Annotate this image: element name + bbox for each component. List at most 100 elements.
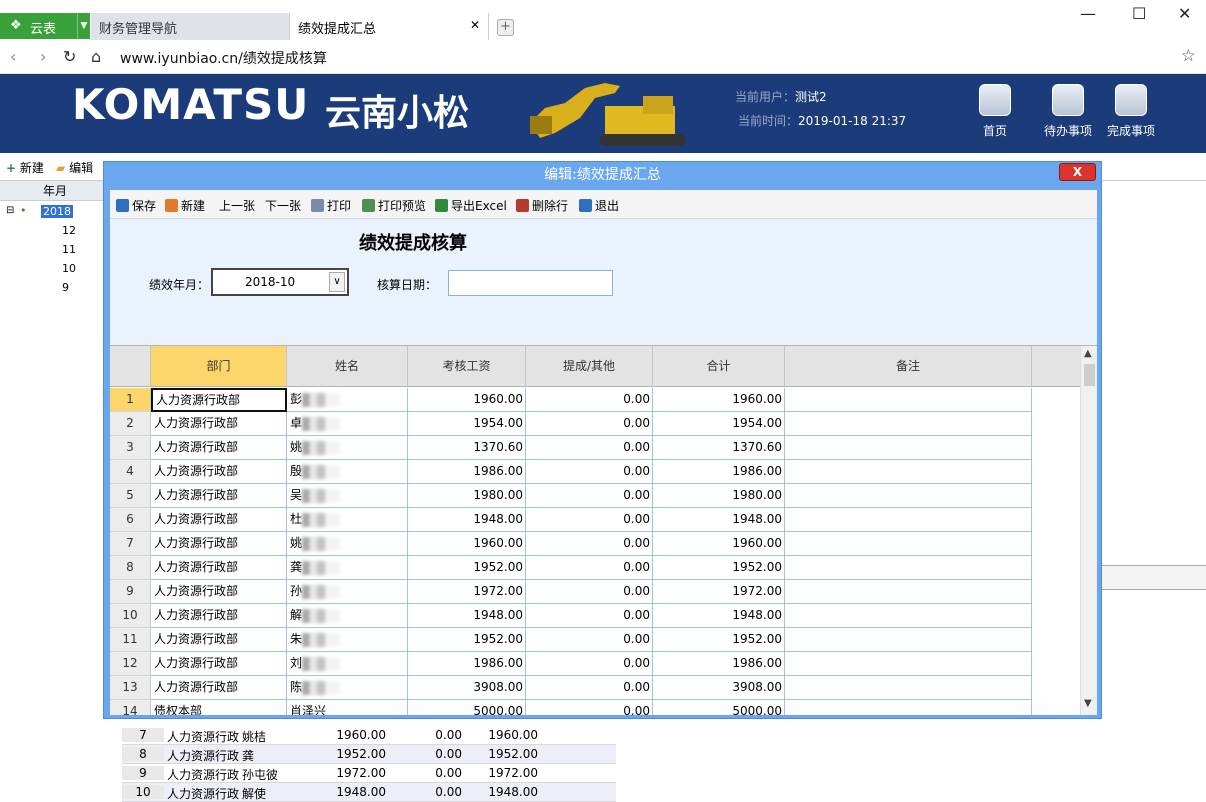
cell-base[interactable]: 3908.00: [408, 676, 526, 700]
cell-total[interactable]: 1986.00: [653, 460, 785, 484]
cell-total[interactable]: 3908.00: [653, 676, 785, 700]
tree-node-2018[interactable]: 2018: [41, 205, 73, 218]
table-row[interactable]: 6 人力资源行政部杜 1948.00 0.00 1948.00: [110, 508, 1032, 532]
cell-note[interactable]: [785, 436, 1032, 460]
cell-base[interactable]: 1980.00: [408, 484, 526, 508]
cell-base[interactable]: 1986.00: [408, 652, 526, 676]
cell-base[interactable]: 1948.00: [408, 604, 526, 628]
cell-extra[interactable]: 0.00: [526, 388, 653, 412]
column-header[interactable]: 考核工资: [408, 346, 526, 387]
cell-dept[interactable]: 人力资源行政部: [151, 436, 287, 460]
panel-splitter[interactable]: [1100, 565, 1206, 590]
cell-note[interactable]: [785, 556, 1032, 580]
cell-base[interactable]: 1960.00: [408, 388, 526, 412]
table-row[interactable]: 8 人力资源行政部龚 1952.00 0.00 1952.00: [110, 556, 1032, 580]
url-input[interactable]: www.iyunbiao.cn/绩效提成核算: [120, 48, 327, 68]
cell-name[interactable]: 姚: [287, 436, 408, 460]
cell-dept[interactable]: 人力资源行政部: [151, 484, 287, 508]
toolbar-button-0[interactable]: 保存: [116, 197, 156, 214]
table-row[interactable]: 3 人力资源行政部姚 1370.60 0.00 1370.60: [110, 436, 1032, 460]
cell-dept[interactable]: 人力资源行政部: [151, 388, 287, 412]
cell-note[interactable]: [785, 532, 1032, 556]
cell-name[interactable]: 卓: [287, 412, 408, 436]
cell-base[interactable]: 1370.60: [408, 436, 526, 460]
table-row[interactable]: 10 人力资源行政部解 1948.00 0.00 1948.00: [110, 604, 1032, 628]
tree-node[interactable]: 9: [62, 281, 69, 294]
table-row[interactable]: 14 债权本部 肖泽兴 5000.00 0.00 5000.00: [110, 700, 1032, 715]
maximize-icon[interactable]: ☐: [1132, 4, 1146, 23]
cell-total[interactable]: 1952.00: [653, 556, 785, 580]
scroll-down-icon[interactable]: ▼: [1084, 698, 1092, 709]
cell-total[interactable]: 1370.60: [653, 436, 785, 460]
chevron-down-icon[interactable]: ∨: [329, 272, 345, 292]
column-header[interactable]: 备注: [785, 346, 1032, 387]
todo-button[interactable]: 待办事项: [1038, 84, 1098, 139]
tree-node[interactable]: 12: [62, 224, 76, 237]
table-row[interactable]: 1 人力资源行政部彭 1960.00 0.00 1960.00: [110, 388, 1032, 412]
toolbar-button-1[interactable]: 新建: [165, 197, 205, 214]
table-row[interactable]: 5 人力资源行政部吴 1980.00 0.00 1980.00: [110, 484, 1032, 508]
cell-base[interactable]: 1948.00: [408, 508, 526, 532]
cell-dept[interactable]: 人力资源行政部: [151, 460, 287, 484]
toolbar-button-6[interactable]: 导出Excel: [435, 197, 507, 214]
column-header[interactable]: 合计: [653, 346, 785, 387]
cell-note[interactable]: [785, 676, 1032, 700]
cell-base[interactable]: 1986.00: [408, 460, 526, 484]
column-header[interactable]: 姓名: [287, 346, 408, 387]
cell-extra[interactable]: 0.00: [526, 604, 653, 628]
cell-note[interactable]: [785, 700, 1032, 715]
cell-name[interactable]: 肖泽兴: [287, 700, 408, 715]
cell-dept[interactable]: 人力资源行政部: [151, 508, 287, 532]
cell-base[interactable]: 5000.00: [408, 700, 526, 715]
cell-dept[interactable]: 人力资源行政部: [151, 532, 287, 556]
cell-extra[interactable]: 0.00: [526, 508, 653, 532]
cell-dept[interactable]: 人力资源行政部: [151, 580, 287, 604]
table-row[interactable]: 9 人力资源行政部孙 1972.00 0.00 1972.00: [110, 580, 1032, 604]
cell-extra[interactable]: 0.00: [526, 460, 653, 484]
bookmark-star-icon[interactable]: ☆: [1181, 46, 1196, 66]
month-select[interactable]: 2018-10 ∨: [211, 268, 349, 296]
back-icon[interactable]: ‹: [10, 47, 16, 66]
app-menu-button[interactable]: ❖ 云表 ▼: [0, 13, 90, 39]
tab-finance-nav[interactable]: 财务管理导航: [91, 13, 289, 40]
scroll-up-icon[interactable]: ▲: [1084, 348, 1092, 359]
cell-total[interactable]: 1952.00: [653, 628, 785, 652]
cell-name[interactable]: 吴: [287, 484, 408, 508]
done-button[interactable]: 完成事项: [1101, 84, 1161, 139]
toolbar-button-3[interactable]: 下一张: [265, 197, 301, 214]
cell-note[interactable]: [785, 628, 1032, 652]
table-row[interactable]: 13 人力资源行政部陈 3908.00 0.00 3908.00: [110, 676, 1032, 700]
cell-note[interactable]: [785, 412, 1032, 436]
vertical-scrollbar[interactable]: ▲ ▼: [1080, 346, 1097, 715]
cell-extra[interactable]: 0.00: [526, 700, 653, 715]
minimize-icon[interactable]: —: [1080, 4, 1096, 23]
cell-total[interactable]: 1948.00: [653, 508, 785, 532]
table-row[interactable]: 7 人力资源行政部姚 1960.00 0.00 1960.00: [110, 532, 1032, 556]
cell-base[interactable]: 1960.00: [408, 532, 526, 556]
cell-extra[interactable]: 0.00: [526, 436, 653, 460]
cell-dept[interactable]: 人力资源行政部: [151, 652, 287, 676]
cell-dept[interactable]: 人力资源行政部: [151, 676, 287, 700]
cell-dept[interactable]: 人力资源行政部: [151, 604, 287, 628]
cell-dept[interactable]: 人力资源行政部: [151, 412, 287, 436]
bg-edit-button[interactable]: ▰ 编辑: [56, 159, 93, 176]
new-tab-button[interactable]: +: [497, 19, 514, 36]
cell-total[interactable]: 1960.00: [653, 388, 785, 412]
cell-extra[interactable]: 0.00: [526, 532, 653, 556]
toolbar-button-7[interactable]: 删除行: [516, 197, 568, 214]
cell-name[interactable]: 彭: [287, 388, 408, 412]
cell-note[interactable]: [785, 652, 1032, 676]
chevron-down-icon[interactable]: ▼: [77, 13, 90, 39]
toolbar-button-8[interactable]: 退出: [579, 197, 619, 214]
cell-base[interactable]: 1972.00: [408, 580, 526, 604]
cell-name[interactable]: 孙: [287, 580, 408, 604]
cell-note[interactable]: [785, 388, 1032, 412]
cell-total[interactable]: 1948.00: [653, 604, 785, 628]
column-header[interactable]: 部门: [151, 346, 287, 387]
cell-note[interactable]: [785, 460, 1032, 484]
table-row[interactable]: 4 人力资源行政部殷 1986.00 0.00 1986.00: [110, 460, 1032, 484]
cell-name[interactable]: 陈: [287, 676, 408, 700]
home-nav-icon[interactable]: ⌂: [91, 47, 101, 66]
cell-total[interactable]: 1980.00: [653, 484, 785, 508]
cell-dept[interactable]: 债权本部: [151, 700, 287, 715]
